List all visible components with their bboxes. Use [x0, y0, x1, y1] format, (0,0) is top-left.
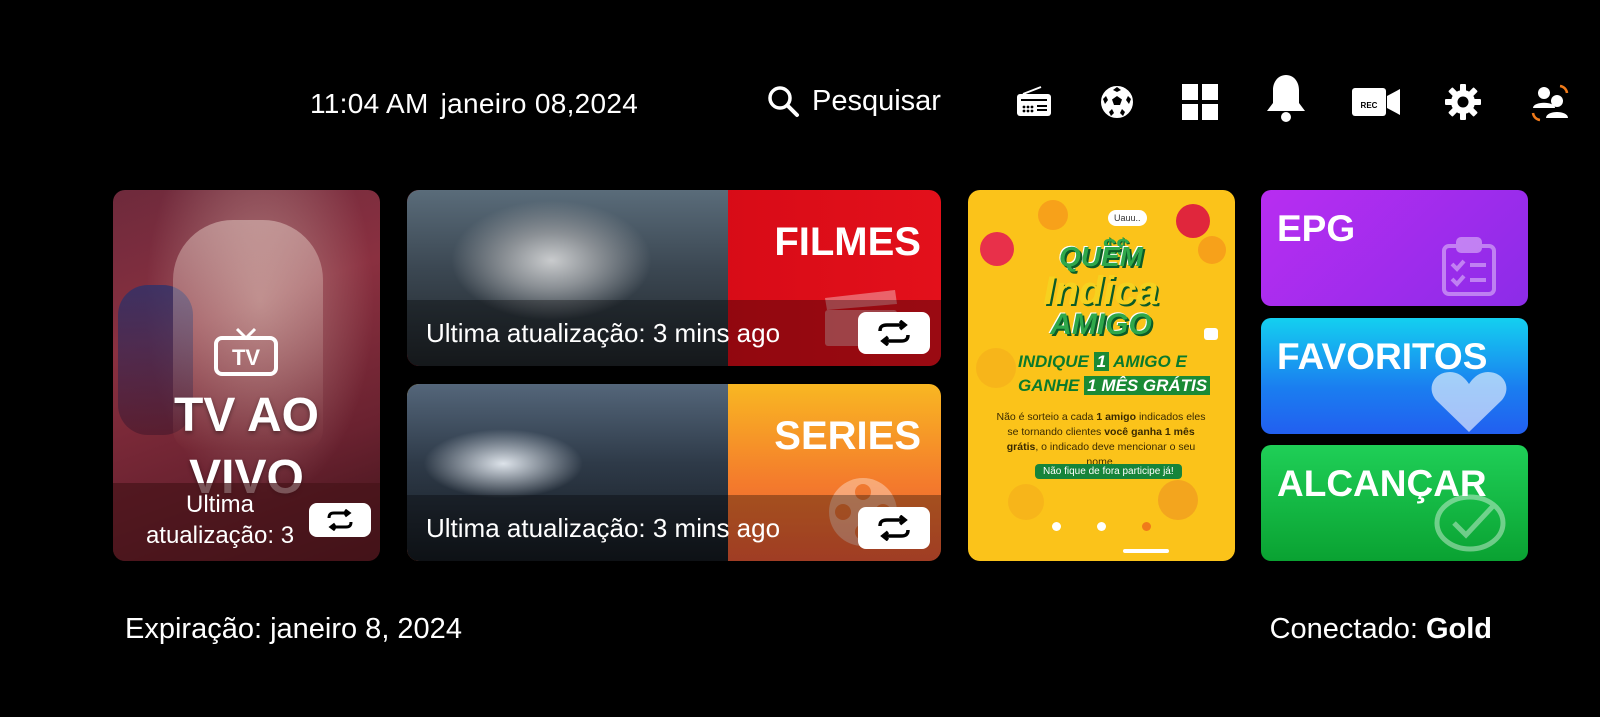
promo-headline-2: Indica: [1043, 269, 1159, 313]
clipboard-icon: [1442, 237, 1496, 296]
movies-refresh-button[interactable]: [858, 312, 930, 354]
settings-button[interactable]: [1441, 80, 1485, 124]
promo-headline-1: QUEM: [1059, 241, 1143, 272]
check-circle-icon: [1434, 494, 1506, 552]
promo-cta[interactable]: Não fique de fora participe já!: [1035, 464, 1182, 479]
promo-offer-number: 1: [1093, 352, 1110, 371]
promo-offer-3: GANHE: [1018, 376, 1080, 395]
promo-headline-3: AMIGO: [1050, 308, 1152, 341]
tv-icon-label: TV: [232, 345, 260, 370]
series-update-text: Ultima atualização: 3 mins ago: [426, 513, 781, 543]
series-title: SERIES: [774, 414, 921, 458]
radio-icon: [1017, 86, 1051, 116]
movies-card[interactable]: FILMES Ultima atualização: 3 mins ago: [407, 190, 941, 366]
promo-offer-1: INDIQUE: [1018, 352, 1089, 371]
search-button[interactable]: Pesquisar: [766, 84, 941, 118]
gear-icon: [1445, 84, 1481, 120]
camera-sticker-icon: [1204, 328, 1218, 340]
movies-title: FILMES: [774, 220, 921, 264]
heart-eyes-emoji-icon: [1158, 480, 1198, 520]
chat-bubble: Uauu..: [1108, 210, 1147, 226]
current-date: janeiro 08,2024: [440, 88, 639, 119]
wink-emoji-icon: [1198, 236, 1226, 264]
promo-banner[interactable]: Uauu.. $$ QUEM Indica AMIGO INDIQUE 1 AM…: [968, 190, 1235, 561]
heart-icon: [1431, 372, 1507, 432]
carousel-dot-1[interactable]: [1052, 522, 1061, 531]
refresh-icon: [878, 515, 910, 541]
series-refresh-button[interactable]: [858, 507, 930, 549]
promo-offer-2: AMIGO E: [1113, 352, 1187, 371]
search-label: Pesquisar: [812, 84, 941, 117]
live-tv-update-text: Ultima atualização: 3: [145, 491, 295, 549]
epg-tile[interactable]: EPG: [1261, 190, 1528, 306]
search-icon: [768, 86, 799, 117]
promo-headline: QUEM Indica AMIGO: [1006, 242, 1196, 340]
rec-badge: REC: [1361, 101, 1378, 110]
sports-button[interactable]: [1095, 80, 1139, 124]
movies-update-text: Ultima atualização: 3 mins ago: [426, 318, 781, 348]
refresh-icon: [878, 320, 910, 346]
smiling-emoji-icon: [976, 348, 1016, 388]
connection-label: Conectado:: [1269, 613, 1418, 645]
soccer-ball-icon: [1101, 86, 1133, 118]
datetime: 11:04 AM janeiro 08,2024: [310, 88, 638, 120]
promo-body: Não é sorteio a cada 1 amigo indicados e…: [995, 410, 1207, 470]
tv-icon: TV: [214, 327, 278, 376]
thinking-emoji-icon: [1008, 484, 1044, 520]
live-tv-card[interactable]: TV TV AO VIVO Ultima atualização: 3: [113, 190, 380, 561]
favorites-tile[interactable]: FAVORITOS: [1261, 318, 1528, 434]
connection-status: Conectado: Gold: [1270, 613, 1492, 646]
live-tv-refresh-button[interactable]: [309, 503, 371, 537]
notifications-button[interactable]: [1264, 75, 1308, 122]
promo-offer-4: 1 MÊS GRÁTIS: [1084, 376, 1211, 395]
series-card[interactable]: SERIES Ultima atualização: 3 mins ago: [407, 384, 941, 561]
promo-offer: INDIQUE 1 AMIGO E GANHE 1 MÊS GRÁTIS: [1018, 350, 1218, 398]
clock-time: 11:04 AM: [310, 88, 429, 119]
carousel-dot-3[interactable]: [1142, 522, 1151, 531]
rec-camera-icon: REC: [1352, 88, 1400, 116]
heart-emoji-icon-2: [1176, 204, 1210, 238]
epg-label: EPG: [1277, 208, 1356, 249]
record-button[interactable]: REC: [1350, 80, 1402, 124]
radio-button[interactable]: [1012, 80, 1056, 124]
promo-body-b: 1 amigo: [1096, 411, 1137, 423]
refresh-icon: [327, 509, 353, 531]
bell-icon: [1267, 75, 1305, 122]
carousel-dots: [968, 522, 1235, 531]
reach-tile[interactable]: ALCANÇAR: [1261, 445, 1528, 561]
laughing-emoji-icon: [1038, 200, 1068, 230]
connection-value: Gold: [1425, 613, 1492, 645]
grid-icon: [1182, 84, 1218, 120]
apps-button[interactable]: [1178, 80, 1222, 124]
promo-body-a: Não é sorteio a cada: [996, 411, 1094, 423]
expiration-text: Expiração: janeiro 8, 2024: [125, 613, 462, 645]
switch-user-button[interactable]: [1528, 80, 1572, 124]
carousel-dot-2[interactable]: [1097, 522, 1106, 531]
switch-user-icon: [1531, 84, 1569, 122]
home-indicator: [1123, 549, 1169, 553]
